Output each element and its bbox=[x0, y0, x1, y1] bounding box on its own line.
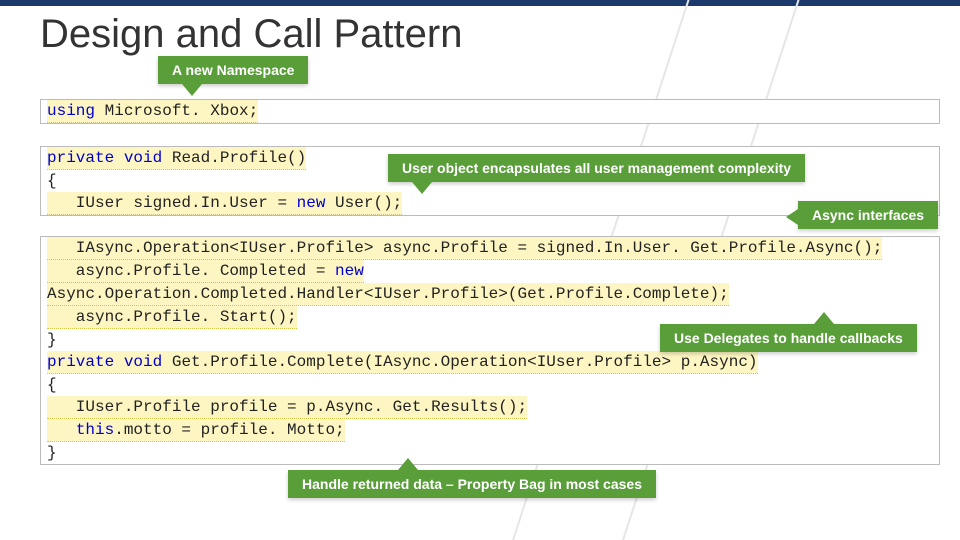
callout-namespace: A new Namespace bbox=[158, 56, 308, 84]
callout-tail bbox=[814, 312, 834, 324]
callout-label: Handle returned data – Property Bag in m… bbox=[302, 476, 642, 492]
code-text: IUser.Profile profile = p.Async. Get.Res… bbox=[47, 398, 527, 416]
code-text: async.Profile. Completed = bbox=[47, 262, 335, 280]
code-text: Read.Profile() bbox=[162, 149, 306, 167]
code-text: } bbox=[47, 444, 57, 462]
kw-void: void bbox=[124, 149, 162, 167]
kw-private: private bbox=[47, 353, 114, 371]
kw-new: new bbox=[335, 262, 364, 280]
callout-delegates: Use Delegates to handle callbacks bbox=[660, 324, 917, 352]
code-text: .motto = profile. Motto; bbox=[114, 421, 344, 439]
code-text: IUser signed.In.User = bbox=[47, 194, 297, 212]
callout-tail bbox=[398, 458, 418, 470]
code-text: Get.Profile.Complete(IAsync.Operation<IU… bbox=[162, 353, 757, 371]
callout-tail bbox=[412, 182, 432, 194]
code-text: } bbox=[47, 331, 57, 349]
code-block-using: using Microsoft. Xbox; bbox=[40, 99, 940, 124]
kw-this: this bbox=[76, 421, 114, 439]
kw-private: private bbox=[47, 149, 114, 167]
code-text: { bbox=[47, 172, 57, 190]
callout-user-object: User object encapsulates all user manage… bbox=[388, 154, 805, 182]
callout-tail bbox=[182, 84, 202, 96]
page-title: Design and Call Pattern bbox=[40, 12, 462, 57]
kw-new: new bbox=[297, 194, 326, 212]
code-text: async.Profile. Start(); bbox=[47, 308, 297, 326]
callout-label: Async interfaces bbox=[812, 207, 924, 223]
callout-property-bag: Handle returned data – Property Bag in m… bbox=[288, 470, 656, 498]
kw-void: void bbox=[124, 353, 162, 371]
callout-label: Use Delegates to handle callbacks bbox=[674, 330, 903, 346]
callout-tail bbox=[786, 209, 798, 225]
callout-async: Async interfaces bbox=[798, 201, 938, 229]
code-text: { bbox=[47, 376, 57, 394]
code-text: IAsync.Operation<IUser.Profile> async.Pr… bbox=[47, 239, 882, 257]
callout-label: User object encapsulates all user manage… bbox=[402, 160, 791, 176]
kw-using: using bbox=[47, 102, 95, 120]
callout-label: A new Namespace bbox=[172, 62, 294, 78]
code-text: Microsoft. Xbox; bbox=[95, 102, 258, 120]
code-text: User(); bbox=[325, 194, 402, 212]
code-text: Async.Operation.Completed.Handler<IUser.… bbox=[47, 285, 729, 303]
top-bar bbox=[0, 0, 960, 6]
